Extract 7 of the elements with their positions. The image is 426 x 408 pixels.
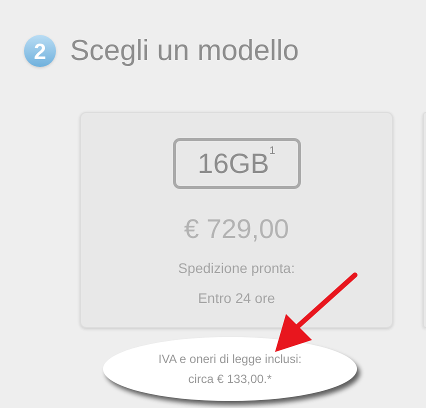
shipping-label: Spedizione pronta:	[178, 259, 295, 278]
callout-text: IVA e oneri di legge inclusi:	[158, 351, 302, 368]
callout-text: circa € 133,00.*	[188, 371, 272, 388]
capacity-label: 16GB$^{1}$	[172, 138, 300, 189]
section-title: Scegli un modello	[70, 36, 299, 66]
shipping-time: Entro 24 ore	[198, 289, 276, 308]
step-number-badge: 2	[24, 35, 56, 67]
